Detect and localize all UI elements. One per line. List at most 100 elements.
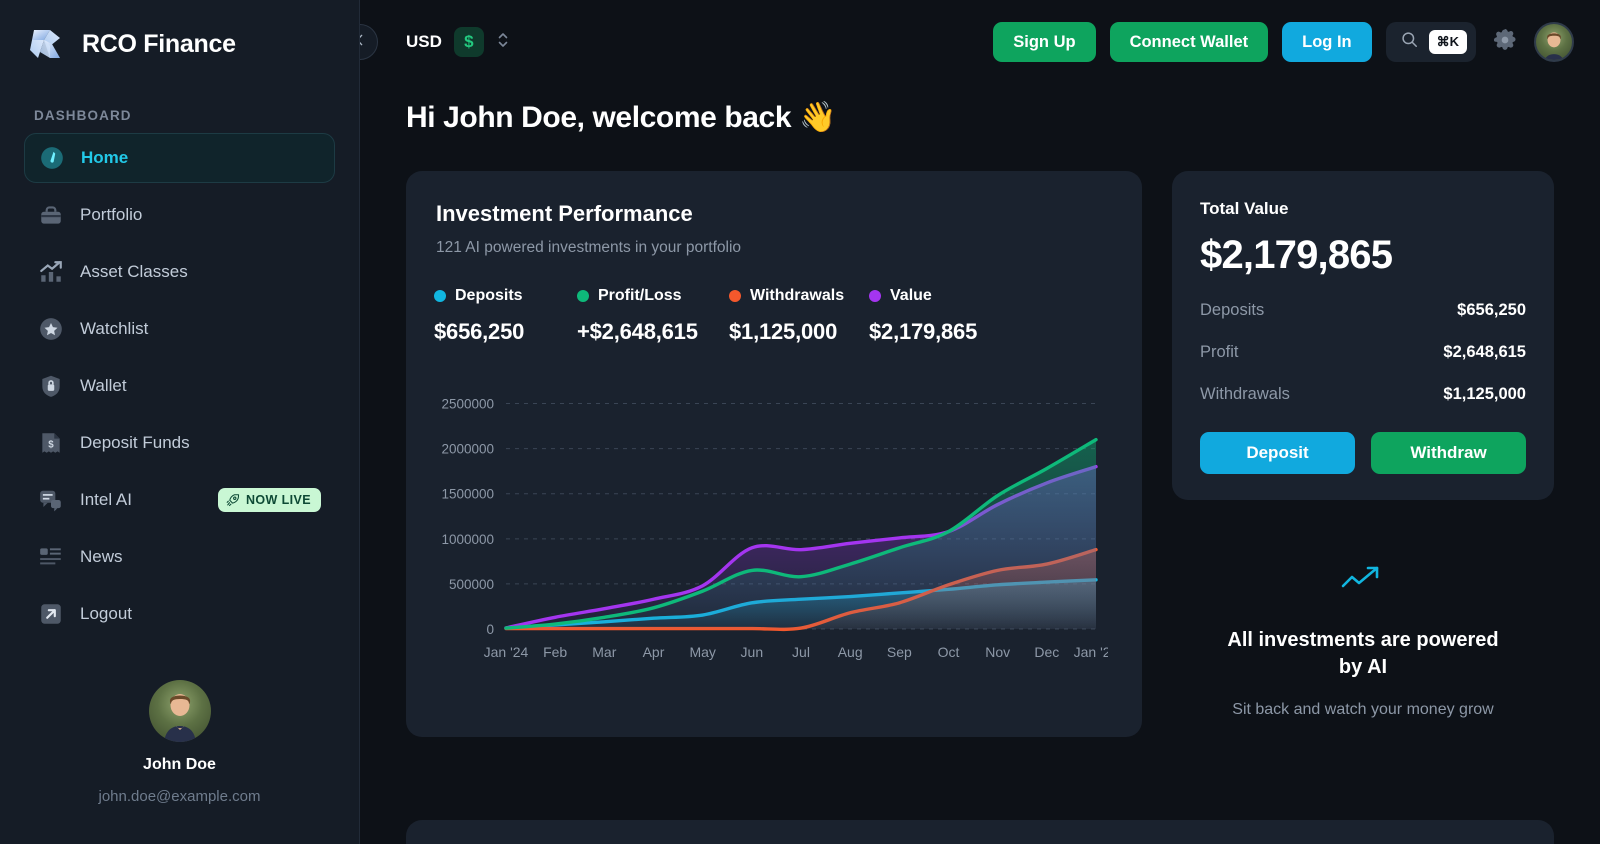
sidebar-item-label: News [80, 547, 123, 567]
total-value-card: Total Value $2,179,865 Deposits $656,250… [1172, 171, 1554, 500]
sidebar-profile: John Doe john.doe@example.com [0, 680, 359, 805]
brand[interactable]: RCO Finance [0, 18, 359, 64]
total-value-label: Total Value [1200, 199, 1526, 219]
stat-value: $2,648,615 [1443, 343, 1526, 362]
chat-icon [38, 487, 64, 513]
search-button[interactable]: ⌘K [1386, 22, 1476, 62]
receipt-icon: $ [38, 430, 64, 456]
trending-up-icon [1202, 564, 1524, 599]
legend-label: Value [890, 287, 932, 305]
search-shortcut-key: ⌘K [1429, 30, 1467, 54]
sidebar: RCO Finance DASHBOARD Home Portfolio [0, 0, 360, 844]
stat-value: $656,250 [1457, 301, 1526, 320]
sidebar-item-wallet[interactable]: Wallet [24, 361, 335, 411]
right-rail: Total Value $2,179,865 Deposits $656,250… [1172, 171, 1554, 737]
exit-icon [38, 601, 64, 627]
x-axis-tick-label: Nov [985, 644, 1010, 660]
gear-icon [1492, 27, 1518, 58]
briefcase-icon [38, 202, 64, 228]
y-axis-tick-label: 0 [486, 622, 494, 637]
sidebar-nav: Home Portfolio Asset [0, 133, 359, 639]
legend-label: Withdrawals [750, 287, 844, 305]
main-content: USD $ Sign Up Connect Wallet Log In ⌘K [360, 0, 1600, 844]
rocket-icon [226, 493, 240, 507]
legend-value: $2,179,865 [869, 319, 1012, 345]
x-axis-tick-label: Aug [838, 644, 863, 660]
withdraw-button[interactable]: Withdraw [1371, 432, 1526, 474]
stat-value: $1,125,000 [1443, 385, 1526, 404]
sidebar-section-label: DASHBOARD [34, 108, 359, 123]
stat-key: Deposits [1200, 301, 1264, 320]
bar-chart-icon [38, 259, 64, 285]
legend-value: +$2,648,615 [577, 319, 729, 345]
y-axis-tick-label: 500000 [449, 577, 494, 592]
x-axis-tick-label: Jan '25 [1074, 644, 1108, 660]
legend-item: Value $2,179,865 [869, 287, 1012, 345]
sidebar-item-label: Portfolio [80, 205, 142, 225]
chevron-up-down-icon[interactable] [496, 29, 510, 56]
sidebar-item-home[interactable]: Home [24, 133, 335, 183]
sidebar-item-label: Home [81, 148, 128, 168]
card-subtitle: 121 AI powered investments in your portf… [436, 239, 1108, 257]
chevron-left-icon [360, 32, 368, 53]
legend-value: $1,125,000 [729, 319, 869, 345]
page-title: Hi John Doe, welcome back 👋 [360, 84, 1600, 135]
sidebar-item-deposit-funds[interactable]: $ Deposit Funds [24, 418, 335, 468]
legend-item: Deposits $656,250 [434, 287, 577, 345]
avatar[interactable] [149, 680, 211, 742]
sidebar-item-label: Wallet [80, 376, 127, 396]
sidebar-item-label: Logout [80, 604, 132, 624]
stat-key: Profit [1200, 343, 1239, 362]
sidebar-item-intel-ai[interactable]: Intel AI NOW LIVE [24, 475, 335, 525]
y-axis-tick-label: 2000000 [441, 442, 494, 457]
profile-email: john.doe@example.com [0, 788, 359, 805]
legend-item: Profit/Loss +$2,648,615 [577, 287, 729, 345]
topbar: USD $ Sign Up Connect Wallet Log In ⌘K [360, 0, 1600, 84]
lock-icon [38, 373, 64, 399]
x-axis-tick-label: Mar [592, 644, 616, 660]
investment-performance-card: Investment Performance 121 AI powered in… [406, 171, 1142, 737]
y-axis-tick-label: 1500000 [441, 487, 494, 502]
brand-name: RCO Finance [82, 30, 236, 59]
dashboard-grid: Investment Performance 121 AI powered in… [360, 135, 1600, 737]
sidebar-item-asset-classes[interactable]: Asset Classes [24, 247, 335, 297]
legend-label: Profit/Loss [598, 287, 682, 305]
star-icon [38, 316, 64, 342]
sidebar-item-portfolio[interactable]: Portfolio [24, 190, 335, 240]
x-axis-tick-label: Jun [741, 644, 764, 660]
currency-selector[interactable]: USD $ [406, 27, 510, 57]
deposit-button[interactable]: Deposit [1200, 432, 1355, 474]
legend-item: Withdrawals $1,125,000 [729, 287, 869, 345]
x-axis-tick-label: Sep [887, 644, 912, 660]
rco-logo-icon [28, 24, 68, 64]
x-axis-tick-label: May [689, 644, 715, 660]
next-section-card [406, 820, 1554, 844]
x-axis-tick-label: Apr [643, 644, 665, 660]
sidebar-item-watchlist[interactable]: Watchlist [24, 304, 335, 354]
sign-up-button[interactable]: Sign Up [993, 22, 1095, 62]
stat-row: Deposits $656,250 [1200, 301, 1526, 320]
legend-color-dot [434, 290, 446, 302]
legend-color-dot [729, 290, 741, 302]
x-axis-tick-label: Jan '24 [484, 644, 529, 660]
total-value-actions: Deposit Withdraw [1200, 432, 1526, 474]
gauge-icon [39, 145, 65, 171]
app-root: RCO Finance DASHBOARD Home Portfolio [0, 0, 1600, 844]
log-in-button[interactable]: Log In [1282, 22, 1371, 62]
y-axis-tick-label: 1000000 [441, 532, 494, 547]
sidebar-item-logout[interactable]: Logout [24, 589, 335, 639]
x-axis-tick-label: Dec [1034, 644, 1059, 660]
sidebar-item-news[interactable]: News [24, 532, 335, 582]
search-icon [1400, 30, 1419, 54]
legend-label: Deposits [455, 287, 523, 305]
connect-wallet-button[interactable]: Connect Wallet [1110, 22, 1269, 62]
avatar[interactable] [1534, 22, 1574, 62]
status-badge-now-live: NOW LIVE [218, 488, 321, 512]
sidebar-item-label: Deposit Funds [80, 433, 190, 453]
chart-legend: Deposits $656,250 Profit/Loss +$2,648,61… [434, 287, 1108, 345]
stat-key: Withdrawals [1200, 385, 1290, 404]
investment-chart: 05000001000000150000020000002500000Jan '… [434, 371, 1108, 676]
ai-card-subtitle: Sit back and watch your money grow [1202, 697, 1524, 723]
chart-area-profit-loss [506, 440, 1096, 629]
settings-button[interactable] [1490, 27, 1520, 57]
